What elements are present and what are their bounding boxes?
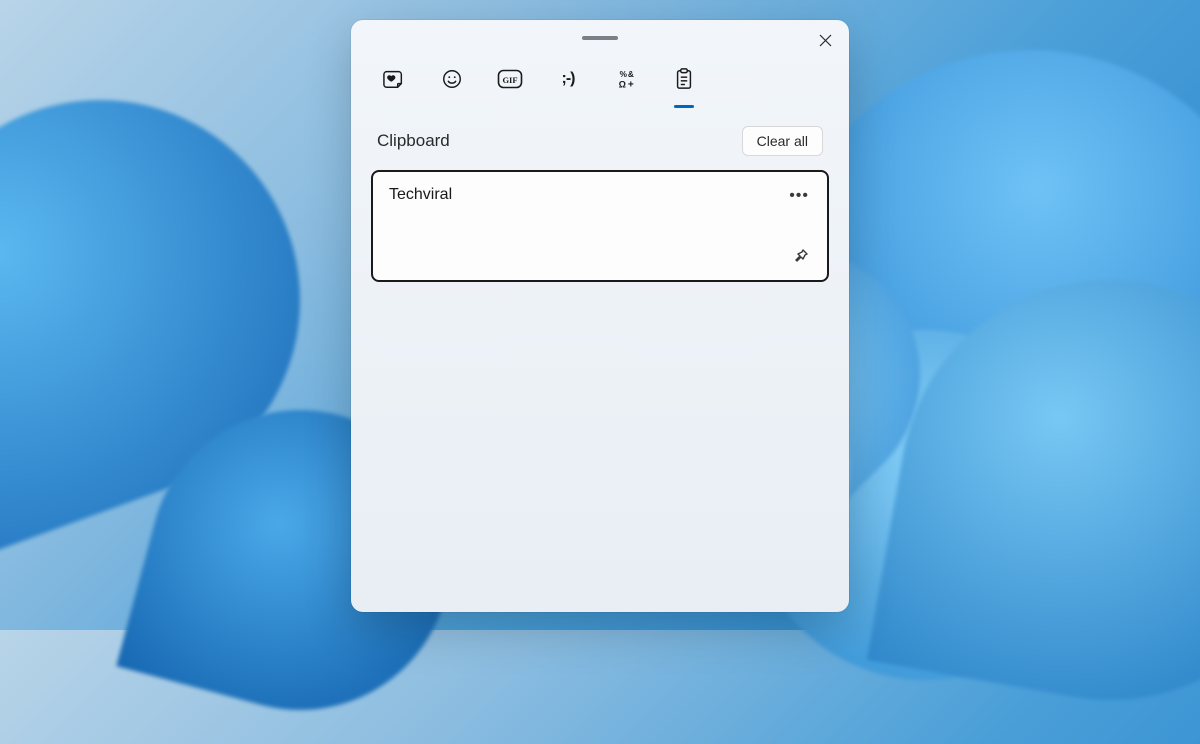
- svg-text:GIF: GIF: [502, 75, 517, 85]
- panel-titlebar[interactable]: [351, 20, 849, 56]
- tab-recent-emoji[interactable]: [379, 64, 409, 94]
- symbols-icon: % & Ω +: [615, 68, 637, 90]
- item-pin-button[interactable]: [791, 246, 811, 266]
- clear-all-button[interactable]: Clear all: [742, 126, 823, 156]
- kaomoji-icon: ;-): [562, 70, 575, 88]
- clipboard-item[interactable]: Techviral •••: [371, 170, 829, 282]
- tab-emoji[interactable]: [437, 64, 467, 94]
- smiley-icon: [441, 68, 463, 90]
- tab-gif[interactable]: GIF: [495, 64, 525, 94]
- section-title: Clipboard: [377, 131, 450, 151]
- gif-icon: GIF: [497, 69, 523, 89]
- sticker-heart-icon: [383, 68, 405, 90]
- drag-handle[interactable]: [582, 36, 618, 40]
- more-icon: •••: [789, 187, 809, 204]
- svg-text:Ω: Ω: [619, 79, 626, 89]
- clipboard-items-list: Techviral •••: [351, 170, 849, 282]
- svg-text:+: +: [628, 79, 634, 90]
- svg-text:%: %: [620, 70, 628, 79]
- item-more-button[interactable]: •••: [787, 186, 811, 206]
- clipboard-section-header: Clipboard Clear all: [351, 108, 849, 170]
- pin-icon: [793, 248, 809, 264]
- emoji-clipboard-panel: GIF ;-) % & Ω + Clipboard Clear: [351, 20, 849, 612]
- close-button[interactable]: [817, 32, 833, 48]
- clipboard-item-text: Techviral: [389, 186, 452, 204]
- tab-symbols[interactable]: % & Ω +: [611, 64, 641, 94]
- tab-clipboard[interactable]: [669, 64, 699, 94]
- tab-kaomoji[interactable]: ;-): [553, 64, 583, 94]
- close-icon: [819, 34, 832, 47]
- category-tabs: GIF ;-) % & Ω +: [351, 56, 849, 108]
- svg-text:&: &: [628, 70, 634, 79]
- clipboard-icon: [674, 68, 694, 90]
